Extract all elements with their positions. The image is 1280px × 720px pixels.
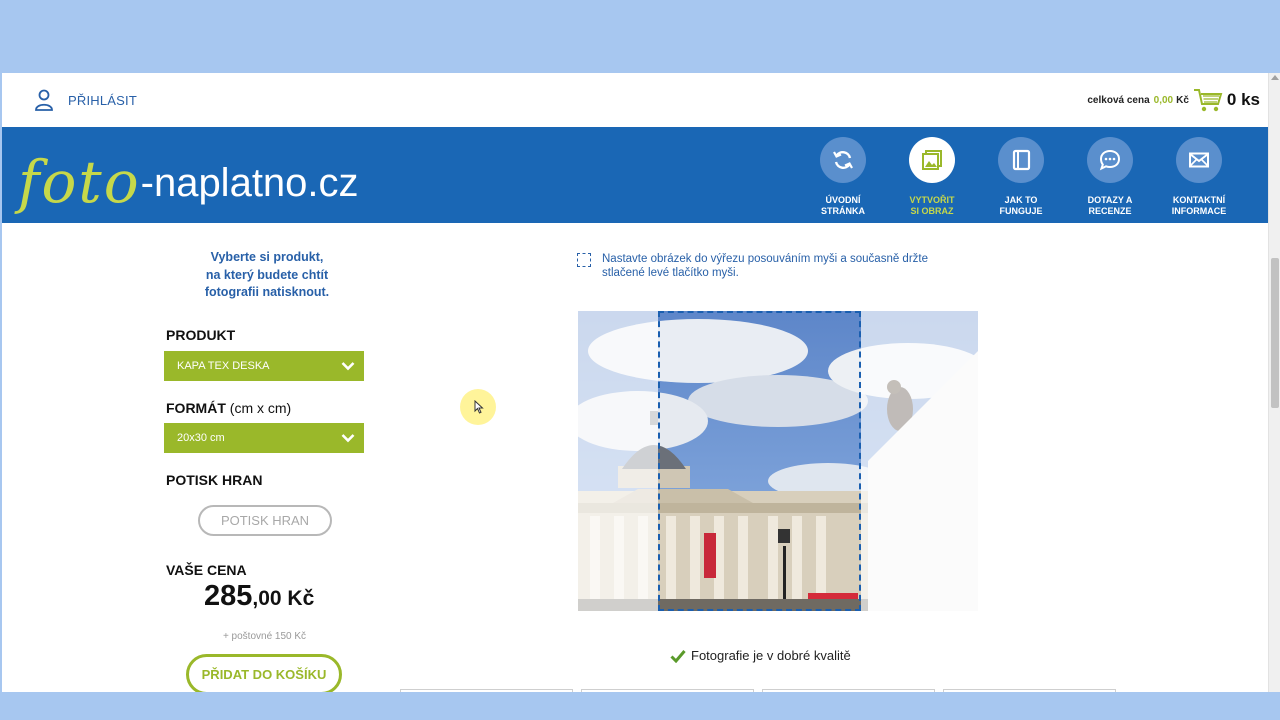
nav-questions[interactable]: DOTAZY A RECENZE	[1065, 137, 1155, 217]
product-sidebar: Vyberte si produkt, na který budete chtí…	[162, 249, 372, 692]
site-logo[interactable]: foto -naplatno.cz	[18, 141, 359, 211]
thumbnail-strip	[400, 689, 1116, 692]
price-cents: ,00 Kč	[252, 587, 315, 610]
logo-text: -naplatno.cz	[140, 161, 359, 205]
nav-contact-label: KONTAKTNÍ INFORMACE	[1171, 195, 1227, 216]
thumbnail-item[interactable]	[943, 689, 1116, 692]
crop-hint-text: Nastavte obrázek do výřezu posouváním my…	[602, 253, 928, 279]
cursor-icon	[474, 400, 484, 414]
product-select[interactable]: KAPA TEX DESKA	[164, 351, 364, 381]
mail-icon	[1189, 152, 1209, 168]
add-to-cart-button[interactable]: PŘIDAT DO KOŠÍKU	[186, 654, 342, 692]
format-select-value: 20x30 cm	[177, 432, 225, 444]
refresh-icon	[833, 151, 853, 169]
image-icon	[922, 150, 942, 170]
cart[interactable]: celková cena 0,00 Kč 0 ks	[1087, 87, 1260, 113]
photo-editor[interactable]	[578, 311, 978, 611]
cart-total-label: celková cena	[1087, 94, 1150, 106]
chevron-down-icon	[341, 362, 355, 371]
nav-home[interactable]: ÚVODNÍ STRÁNKA	[798, 137, 888, 217]
nav-how-it-works[interactable]: JAK TO FUNGUJE	[976, 137, 1066, 217]
cart-icon	[1193, 89, 1223, 112]
format-label: FORMÁT (cm x cm)	[166, 400, 291, 416]
login-link[interactable]: PŘIHLÁSIT	[34, 89, 137, 111]
login-label: PŘIHLÁSIT	[68, 92, 137, 108]
shipping-note: + poštovné 150 Kč	[222, 631, 307, 642]
scrollbar-thumb[interactable]	[1271, 258, 1279, 408]
crop-frame[interactable]	[658, 311, 861, 611]
price-value: 285,00 Kč	[204, 580, 314, 613]
format-label-text: FORMÁT	[166, 400, 226, 416]
logo-script: foto	[18, 148, 141, 216]
intro-text: Vyberte si produkt, na který budete chtí…	[204, 250, 330, 299]
cart-total-value: 0,00	[1153, 94, 1174, 106]
nav-questions-label: DOTAZY A RECENZE	[1087, 195, 1133, 216]
nav-how-label: JAK TO FUNGUJE	[999, 195, 1043, 216]
chevron-down-icon	[341, 434, 355, 443]
crop-outside-left	[578, 311, 658, 611]
checkmark-icon	[670, 649, 686, 663]
crop-icon	[577, 253, 591, 267]
cursor-highlight	[460, 389, 496, 425]
thumbnail-item[interactable]	[762, 689, 935, 692]
quality-text: Fotografie je v dobré kvalitě	[691, 648, 851, 663]
nav-home-label: ÚVODNÍ STRÁNKA	[821, 195, 865, 216]
edges-label: POTISK HRAN	[166, 472, 263, 488]
price-main: 285	[204, 580, 253, 612]
thumbnail-item[interactable]	[400, 689, 573, 692]
book-icon	[1012, 149, 1031, 171]
product-select-value: KAPA TEX DESKA	[177, 360, 270, 372]
cart-count: 0 ks	[1226, 90, 1260, 109]
crop-hint: Nastavte obrázek do výřezu posouváním my…	[577, 252, 937, 280]
page-scrollbar[interactable]	[1268, 73, 1280, 692]
page: PŘIHLÁSIT celková cena 0,00 Kč 0 ks foto…	[2, 73, 1268, 692]
thumbnail-item[interactable]	[581, 689, 754, 692]
chat-icon	[1099, 149, 1121, 171]
price-label: VAŠE CENA	[166, 562, 247, 578]
cart-currency: Kč	[1176, 94, 1189, 106]
crop-outside-right	[861, 311, 978, 611]
nav-contact[interactable]: KONTAKTNÍ INFORMACE	[1154, 137, 1244, 217]
edges-toggle-button[interactable]: POTISK HRAN	[198, 505, 332, 536]
scroll-up-arrow-icon[interactable]	[1271, 75, 1279, 80]
nav-create-label: VYTVOŘIT SI OBRAZ	[909, 195, 955, 216]
quality-status: Fotografie je v dobré kvalitě	[670, 648, 851, 663]
format-select[interactable]: 20x30 cm	[164, 423, 364, 453]
nav-create[interactable]: VYTVOŘIT SI OBRAZ	[887, 137, 977, 217]
format-unit: (cm x cm)	[229, 400, 292, 416]
product-label: PRODUKT	[166, 327, 236, 343]
top-bar: PŘIHLÁSIT celková cena 0,00 Kč 0 ks	[2, 73, 1268, 127]
user-icon	[35, 89, 53, 111]
header-banner: foto -naplatno.cz ÚVODNÍ STRÁNKA VYTVOŘI…	[2, 127, 1268, 223]
